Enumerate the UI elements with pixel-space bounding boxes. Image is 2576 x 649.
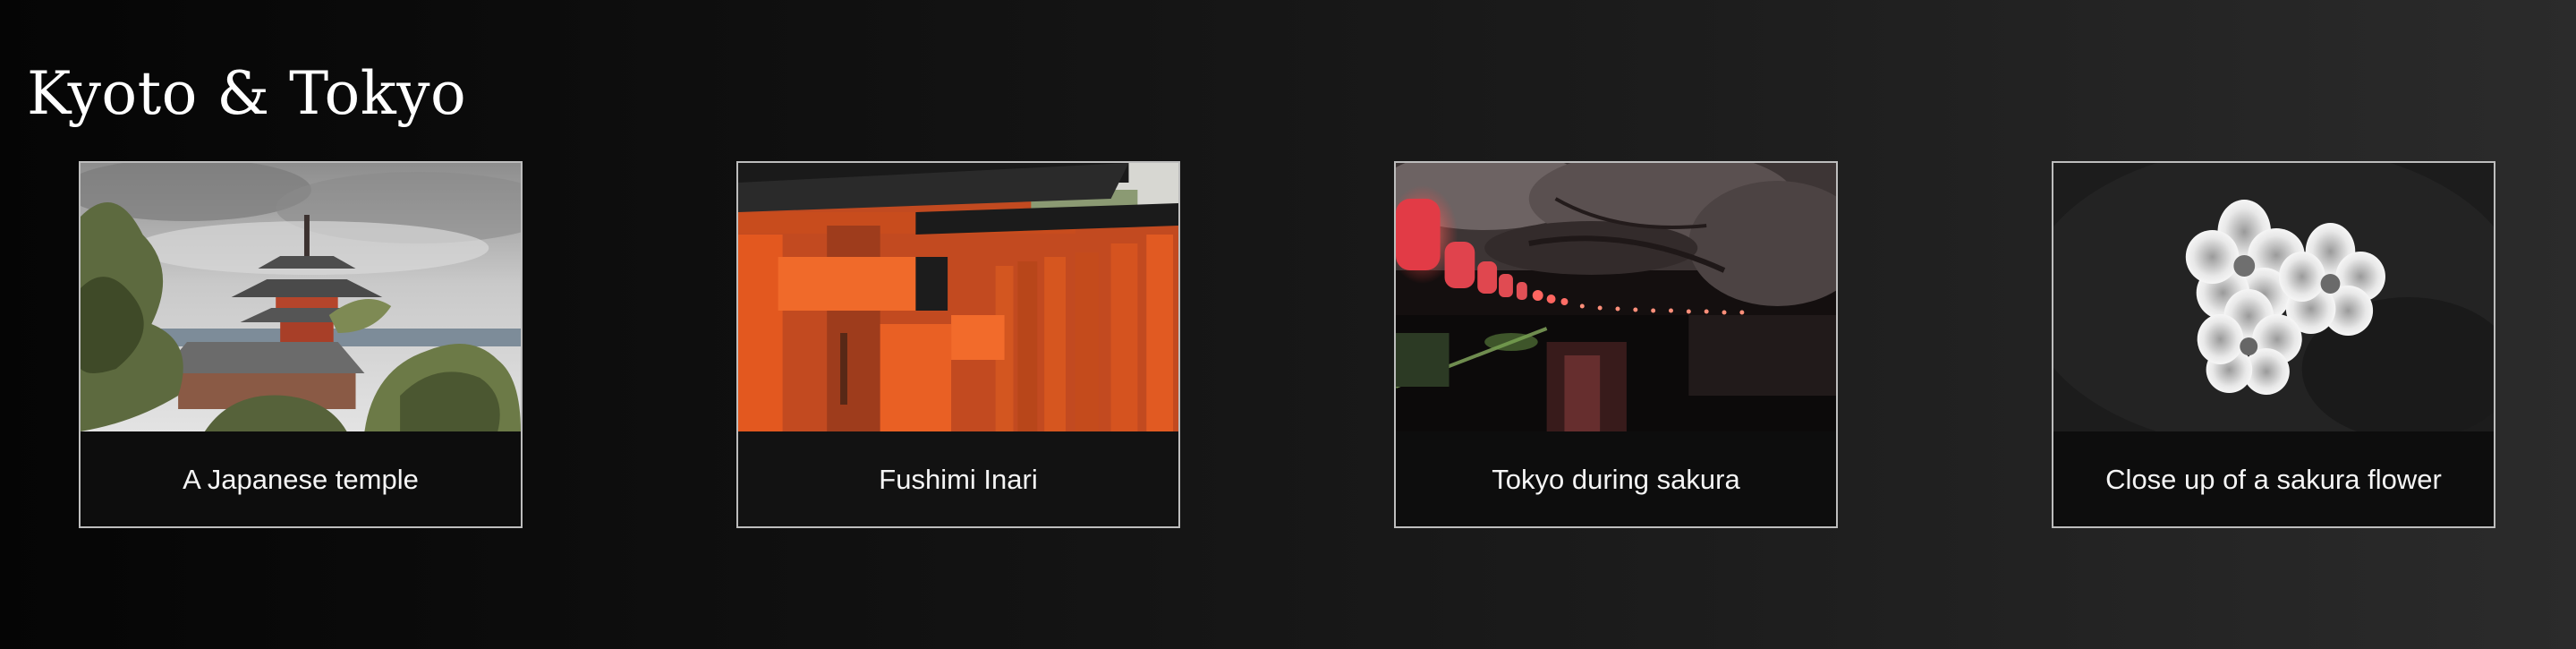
gallery-card-sakura-flower[interactable]: Close up of a sakura flower — [2052, 161, 2495, 528]
gallery-card-tokyo-sakura[interactable]: Tokyo during sakura — [1394, 161, 1838, 528]
torii-gates-photo — [738, 163, 1178, 431]
card-caption: Tokyo during sakura — [1492, 464, 1740, 495]
gallery-card-fushimi-inari[interactable]: Fushimi Inari — [736, 161, 1180, 528]
card-caption: A Japanese temple — [183, 464, 419, 495]
gallery-card-temple[interactable]: A Japanese temple — [79, 161, 523, 528]
card-caption: Fushimi Inari — [879, 464, 1038, 495]
card-caption: Close up of a sakura flower — [2105, 464, 2442, 495]
night-lanterns-river-photo — [1396, 163, 1836, 431]
sakura-flower-photo — [2053, 163, 2494, 431]
temple-photo — [81, 163, 521, 431]
page-title: Kyoto & Tokyo — [27, 59, 467, 128]
